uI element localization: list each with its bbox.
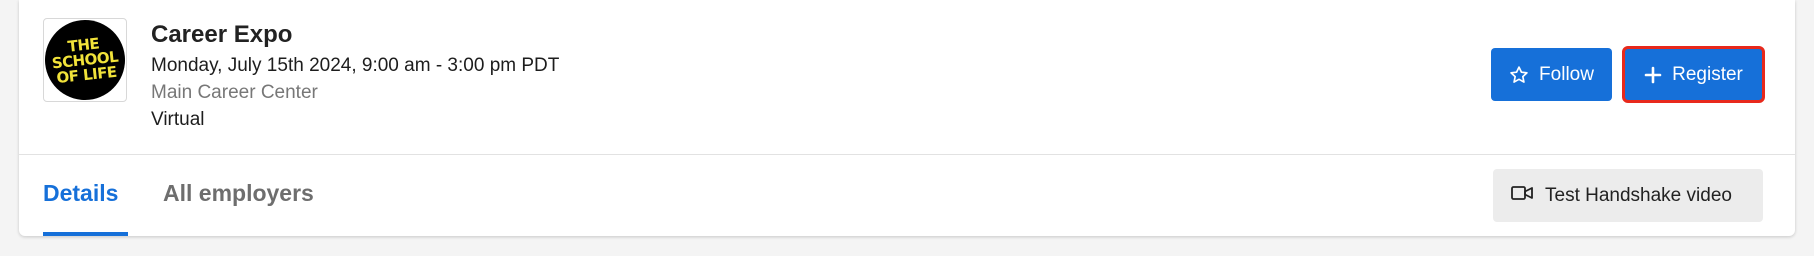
event-title: Career Expo bbox=[151, 21, 293, 48]
star-icon bbox=[1509, 65, 1529, 85]
event-location: Main Career Center bbox=[151, 82, 318, 103]
event-datetime: Monday, July 15th 2024, 9:00 am - 3:00 p… bbox=[151, 55, 560, 76]
event-header-card: THE SCHOOL OF LIFE Career Expo Monday, J… bbox=[19, 0, 1795, 236]
school-of-life-logo: THE SCHOOL OF LIFE bbox=[41, 16, 129, 104]
register-label: Register bbox=[1672, 63, 1743, 85]
tab-details[interactable]: Details bbox=[43, 180, 128, 236]
test-video-button[interactable]: Test Handshake video bbox=[1493, 169, 1763, 222]
event-actions: Follow Register bbox=[1491, 46, 1765, 103]
event-info: Career Expo Monday, July 15th 2024, 9:00… bbox=[151, 18, 559, 133]
logo-text-line: OF LIFE bbox=[55, 62, 118, 87]
event-format: Virtual bbox=[151, 109, 205, 130]
event-summary: THE SCHOOL OF LIFE Career Expo Monday, J… bbox=[19, 0, 1795, 155]
video-camera-icon bbox=[1511, 185, 1533, 207]
tab-all-employers[interactable]: All employers bbox=[163, 180, 314, 236]
test-video-label: Test Handshake video bbox=[1545, 184, 1732, 206]
register-button[interactable]: Register bbox=[1622, 46, 1765, 103]
event-tabs-bar: Details All employers Test Handshake vid… bbox=[19, 156, 1795, 236]
employer-logo: THE SCHOOL OF LIFE bbox=[41, 16, 129, 104]
follow-button[interactable]: Follow bbox=[1491, 48, 1612, 101]
follow-label: Follow bbox=[1539, 63, 1594, 85]
plus-icon bbox=[1644, 66, 1662, 84]
